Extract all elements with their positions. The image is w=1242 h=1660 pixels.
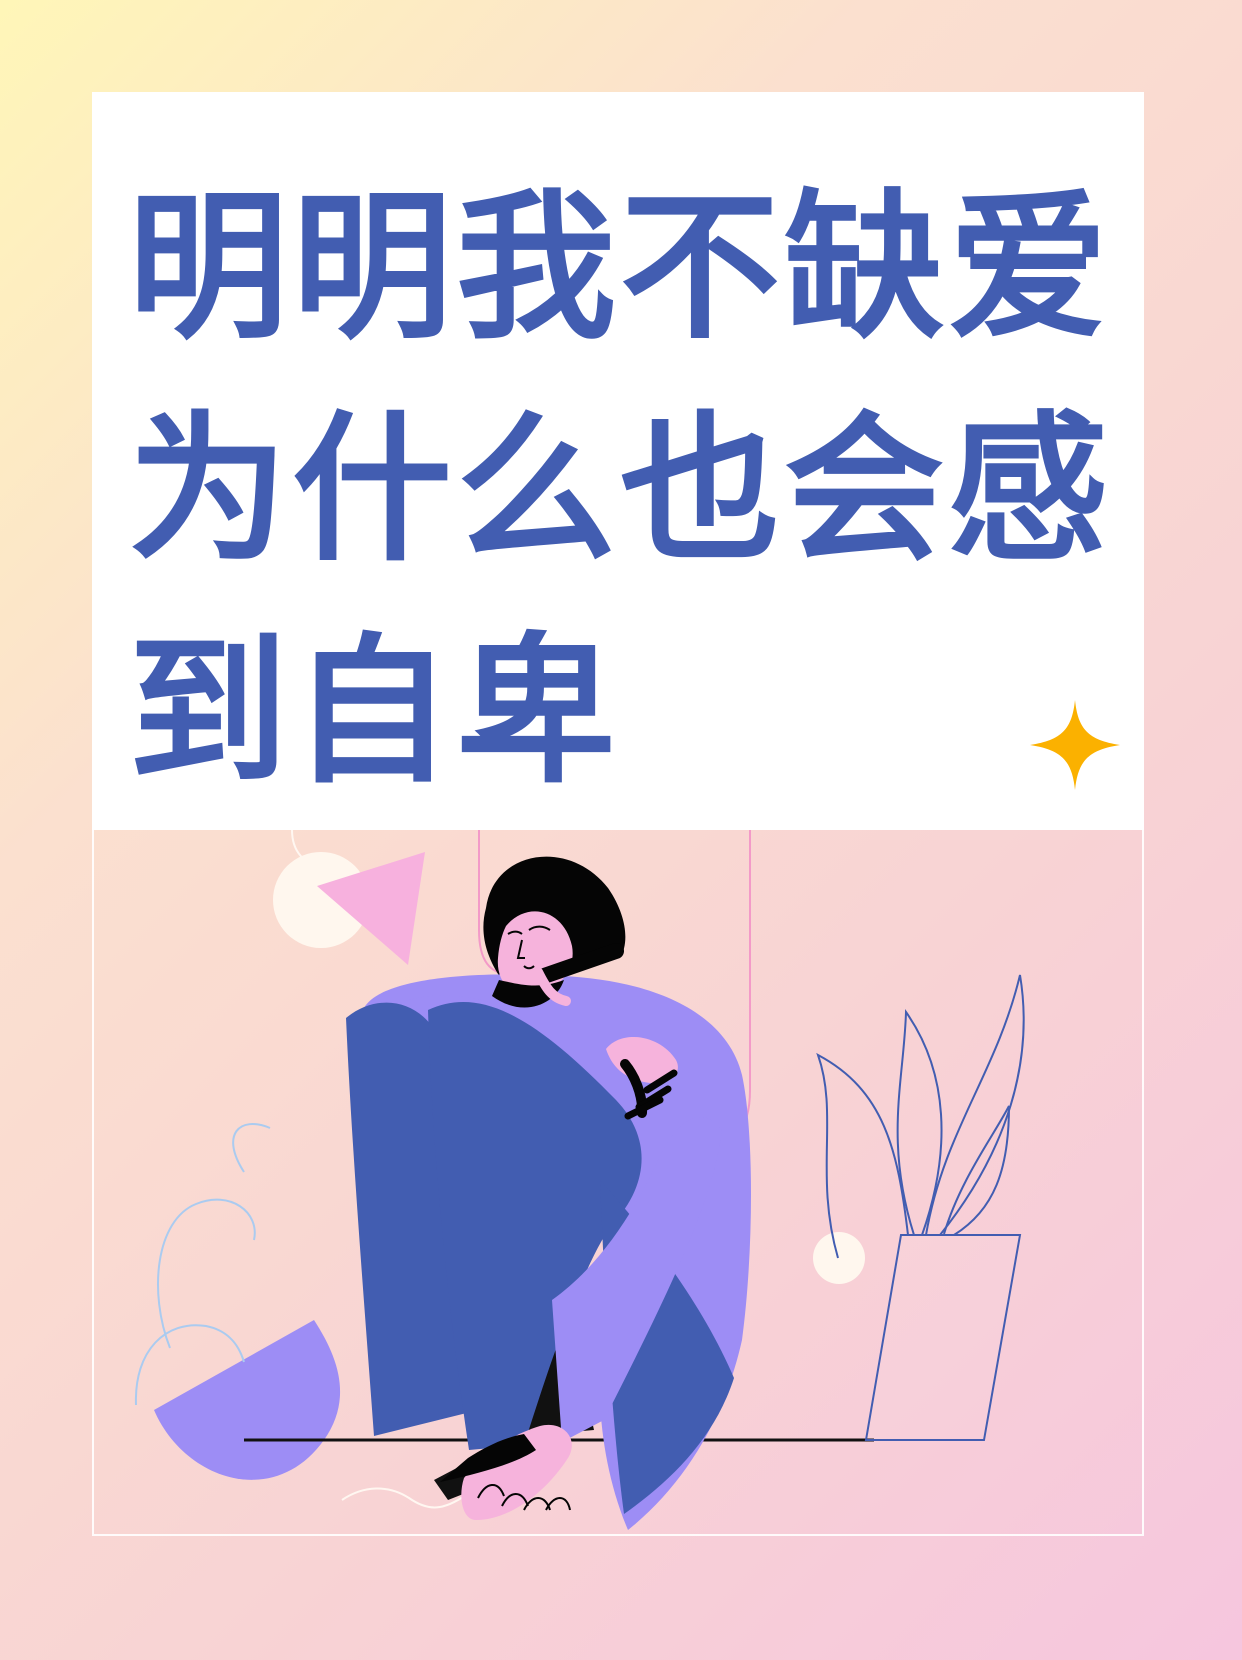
plant-pot [864, 1234, 1022, 1441]
title-line-3: 到自卑 [128, 617, 621, 805]
title-card: 明明我不缺爱 为什么也会感 到自卑 [92, 92, 1144, 830]
blue-swirl-decoration [232, 1123, 271, 1173]
sparkle-icon [1030, 700, 1120, 790]
plant-leaf [896, 1008, 943, 1236]
cream-dot-decoration [813, 1232, 865, 1284]
purple-half-circle-decoration [154, 1320, 341, 1480]
sad-woman-illustration [134, 830, 1025, 1530]
page-title: 明明我不缺爱 为什么也会感 到自卑 [128, 156, 1128, 822]
title-line-2: 为什么也会感 [128, 395, 1113, 583]
illustration-frame [92, 830, 1144, 1536]
poster: 明明我不缺爱 为什么也会感 到自卑 [0, 0, 1242, 1660]
title-line-1: 明明我不缺爱 [128, 173, 1113, 361]
plant-leaf [816, 1052, 909, 1259]
